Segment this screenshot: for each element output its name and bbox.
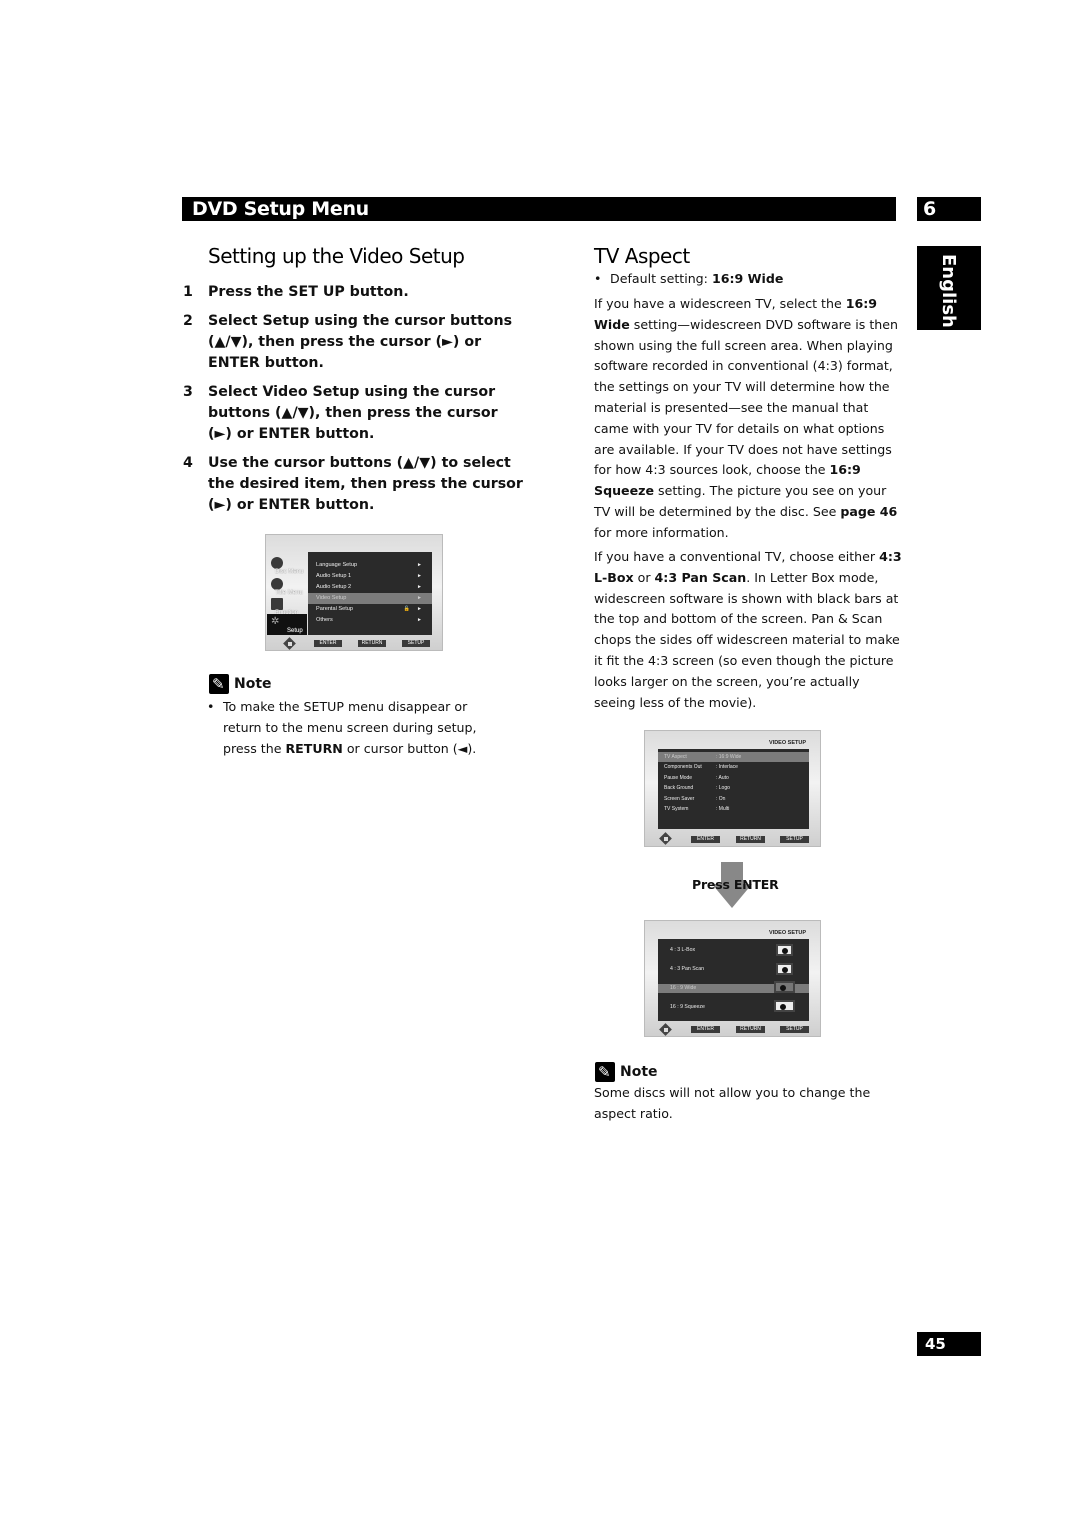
left-heading: Setting up the Video Setup — [208, 244, 465, 268]
return-button-graphic: RETURN — [358, 640, 386, 647]
setup-button-graphic: SETUP — [780, 1026, 809, 1033]
menu-item: Others ► — [316, 617, 422, 623]
menu-item-selected: Video Setup ► — [308, 593, 432, 604]
step-text: Press the SET UP button. — [208, 284, 409, 300]
bullet: • — [207, 699, 215, 714]
disc-menu-icon — [271, 557, 283, 569]
right-heading: TV Aspect — [594, 244, 690, 268]
tv-aspect-paragraph-1: If you have a widescreen TV, select the … — [594, 296, 899, 540]
side-item-disc-menu: Disc Menu — [267, 555, 307, 576]
lock-icon: 🔓 — [403, 606, 410, 612]
side-item-setup: ✲ Setup — [267, 614, 307, 635]
enter-button-graphic: ENTER — [691, 1026, 720, 1033]
step-item: 1 Press the SET UP button. — [183, 282, 523, 303]
pencil-note-icon — [595, 1062, 615, 1082]
setting-row: Pause Mode: Auto — [664, 774, 729, 781]
menu-item: Audio Setup 2 ► — [316, 584, 422, 590]
title-menu-icon — [271, 578, 283, 590]
side-item-label: Disc Menu — [275, 569, 304, 575]
dpad-icon — [283, 637, 296, 650]
setting-row-selected: TV Aspect: 16:9 Wide — [658, 752, 809, 762]
aspect-options-panel: 4 : 3 L-Box 4 : 3 Pan Scan 16 : 9 Wide 1… — [658, 939, 809, 1021]
step-number: 2 — [183, 313, 193, 330]
side-item-title-menu: Title Menu — [267, 576, 307, 597]
step-number: 1 — [183, 284, 193, 300]
return-button-graphic: RETURN — [736, 1026, 765, 1033]
tv-aspect-paragraph-2: If you have a conventional TV, choose ei… — [594, 549, 902, 710]
video-setup-screenshot: VIDEO SETUP TV Aspect: 16:9 Wide Compone… — [644, 730, 821, 847]
dpad-icon — [659, 1023, 672, 1036]
screen-title: VIDEO SETUP — [769, 740, 806, 746]
chapter-number-box: 6 — [917, 197, 981, 221]
side-item-label: Setup — [287, 628, 303, 634]
note-body: Some discs will not allow you to change … — [594, 1085, 871, 1121]
setup-button-graphic: SETUP — [780, 836, 809, 843]
setup-menu-panel: Language Setup ► Audio Setup 1 ► Audio Set… — [308, 552, 432, 635]
page-number: 45 — [925, 1335, 946, 1353]
note-label: Note — [620, 1064, 658, 1080]
function-icon — [271, 598, 283, 610]
setup-menu-screenshot: Disc Menu Title Menu Function ✲ Setup La… — [265, 534, 443, 651]
step-number: 4 — [183, 455, 193, 472]
step-item: 3 Select Video Setup using the cursor bu… — [183, 382, 523, 444]
chapter-number: 6 — [923, 198, 937, 220]
setting-row: TV System: Multi — [664, 806, 730, 812]
setup-button-graphic: SETUP — [402, 640, 430, 647]
setting-row: Back Ground: Logo — [664, 785, 730, 791]
enter-button-graphic: ENTER — [314, 640, 342, 647]
section-title: DVD Setup Menu — [192, 198, 369, 220]
return-button-graphic: RETURN — [736, 836, 765, 843]
step-text: Use the cursor buttons (▲/▼) to select t… — [208, 455, 523, 513]
side-menu: Disc Menu Title Menu Function ✲ Setup — [267, 550, 309, 635]
menu-item: Audio Setup 1 ► — [316, 573, 422, 579]
menu-item: Language Setup ► — [316, 562, 422, 568]
note-label: Note — [234, 676, 272, 692]
language-label: English — [938, 254, 959, 328]
setting-row: Screen Saver: On — [664, 795, 726, 802]
step-item: 4 Use the cursor buttons (▲/▼) to select… — [183, 453, 523, 515]
steps-list: 1 Press the SET UP button. 2 Select Setu… — [183, 282, 523, 524]
video-setup-panel: TV Aspect: 16:9 Wide Components Out: Int… — [658, 749, 809, 829]
default-setting-line: • Default setting: 16:9 Wide — [594, 271, 784, 286]
step-item: 2 Select Setup using the cursor buttons … — [183, 311, 523, 373]
setting-row: Components Out: Interlace — [664, 764, 738, 770]
pencil-note-icon — [209, 674, 229, 694]
dpad-icon — [659, 832, 672, 845]
press-enter-label: Press ENTER — [692, 877, 779, 892]
language-tab: English — [917, 246, 981, 330]
letterbox-icon — [776, 944, 793, 956]
squeeze-icon — [774, 1000, 795, 1012]
note-heading: Note — [209, 674, 272, 694]
step-number: 3 — [183, 384, 193, 401]
wide-icon — [774, 981, 795, 993]
enter-button-graphic: ENTER — [691, 836, 720, 843]
step-text: Select Video Setup using the cursor butt… — [208, 384, 498, 442]
note-heading: Note — [595, 1062, 658, 1082]
page-number-box: 45 — [917, 1332, 981, 1356]
section-header-bar: DVD Setup Menu — [182, 197, 896, 221]
pan-scan-icon — [776, 963, 793, 975]
step-text: Select Setup using the cursor buttons (▲… — [208, 313, 513, 371]
note-body: • To make the SETUP menu disappear or re… — [207, 697, 507, 759]
screen-title: VIDEO SETUP — [769, 930, 806, 936]
gear-icon: ✲ — [271, 616, 280, 627]
aspect-options-screenshot: VIDEO SETUP 4 : 3 L-Box 4 : 3 Pan Scan 1… — [644, 920, 821, 1037]
menu-item: Parental Setup 🔓 ► — [308, 604, 432, 615]
default-value: 16:9 Wide — [711, 271, 784, 286]
